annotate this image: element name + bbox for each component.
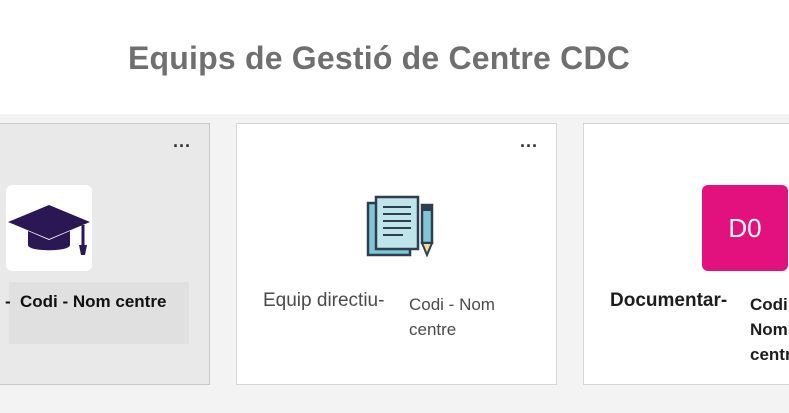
page-title: Equips de Gestió de Centre CDC xyxy=(128,40,631,76)
team-name-suffix: Codi - Nom centre xyxy=(409,295,495,339)
team-name-prefix: Documentar- xyxy=(610,290,728,311)
team-avatar-1 xyxy=(6,185,92,271)
team-card-1[interactable]: ... - Codi - Nom centre xyxy=(0,123,210,385)
more-options-icon[interactable]: ... xyxy=(520,132,538,150)
team-name-suffix: Codi - Nom centre xyxy=(750,295,789,364)
team-name-suffix: Codi - Nom centre xyxy=(20,292,167,311)
team-card-2[interactable]: ... Equip directiu- Codi - Nom centre xyxy=(236,123,557,385)
team-initials-avatar: D0 xyxy=(702,185,788,271)
graduation-cap-icon xyxy=(8,205,90,255)
team-card-3[interactable]: D0 Documentar- Codi - Nom centre xyxy=(583,123,789,385)
teams-page: Equips de Gestió de Centre CDC ... - Cod… xyxy=(0,0,789,413)
document-pencil-icon xyxy=(366,195,434,258)
team-avatar-2 xyxy=(358,185,444,271)
team-name-prefix: - xyxy=(5,292,11,311)
team-name-prefix: Equip directiu- xyxy=(263,290,385,311)
more-options-icon[interactable]: ... xyxy=(173,132,191,150)
